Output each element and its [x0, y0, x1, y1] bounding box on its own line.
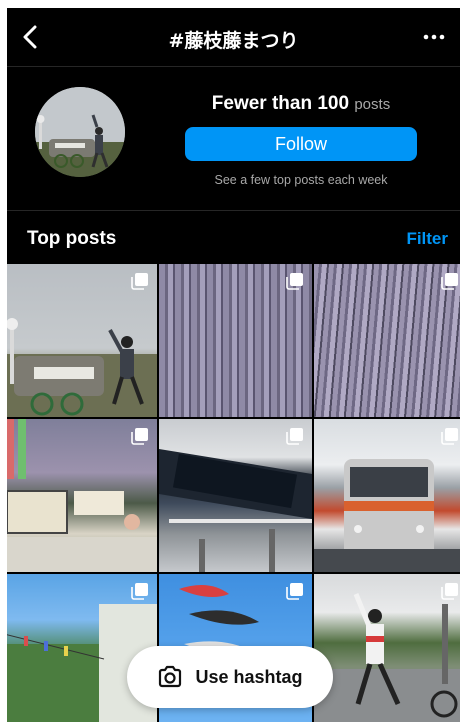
post-tile[interactable] — [314, 264, 460, 417]
post-tile[interactable] — [7, 419, 157, 572]
more-horizontal-icon — [423, 34, 445, 40]
multi-photo-icon — [286, 583, 303, 600]
use-hashtag-label: Use hashtag — [195, 666, 303, 687]
section-title: Top posts — [27, 228, 117, 249]
post-tile[interactable] — [314, 419, 460, 572]
post-tile[interactable] — [159, 419, 312, 572]
follow-button[interactable]: Follow — [185, 127, 417, 161]
top-bar: #藤枝藤まつり — [7, 8, 460, 66]
multi-photo-icon — [441, 428, 458, 445]
top-posts-header: Top posts Filter — [7, 211, 460, 263]
post-count-unit: posts — [354, 96, 391, 113]
multi-photo-icon — [441, 273, 458, 290]
avatar-photo — [35, 87, 125, 177]
hashtag-page: #藤枝藤まつり Fewer than 100 posts Follow See … — [7, 8, 460, 722]
multi-photo-icon — [131, 273, 148, 290]
post-photo — [314, 593, 460, 722]
post-photo — [314, 459, 460, 572]
post-tile[interactable] — [159, 264, 312, 417]
filter-button[interactable]: Filter — [406, 229, 448, 249]
hashtag-header: Fewer than 100 posts Follow See a few to… — [7, 67, 460, 210]
multi-photo-icon — [441, 583, 458, 600]
top-posts-note: See a few top posts each week — [214, 173, 388, 187]
more-options-button[interactable] — [418, 22, 450, 52]
post-tile[interactable] — [7, 574, 157, 722]
multi-photo-icon — [131, 428, 148, 445]
multi-photo-icon — [286, 428, 303, 445]
multi-photo-icon — [131, 583, 148, 600]
hashtag-avatar — [35, 87, 125, 177]
post-count: Fewer than 100 posts — [185, 93, 417, 115]
hashtag-info: Fewer than 100 posts Follow See a few to… — [185, 93, 417, 187]
use-hashtag-button[interactable]: Use hashtag — [127, 646, 333, 708]
camera-icon — [159, 665, 182, 688]
multi-photo-icon — [286, 273, 303, 290]
post-tile[interactable] — [7, 264, 157, 417]
page-title: #藤枝藤まつり — [168, 30, 299, 52]
post-count-value: Fewer than 100 — [211, 93, 350, 114]
post-tile[interactable] — [314, 574, 460, 722]
